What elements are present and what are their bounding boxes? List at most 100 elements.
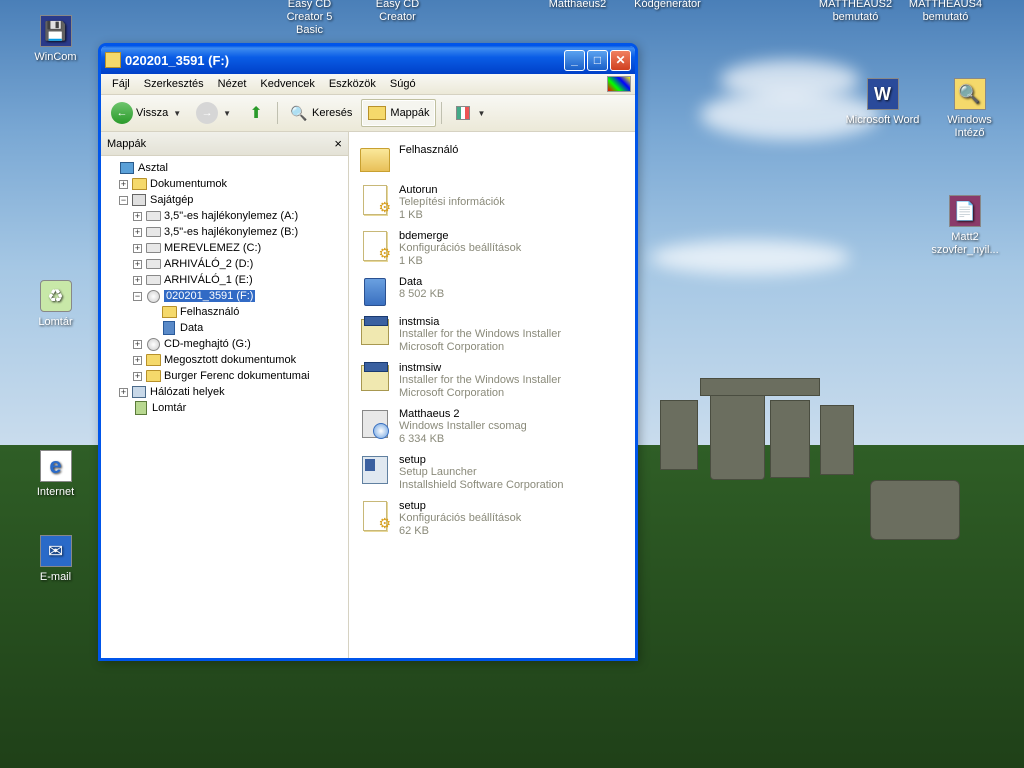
setup-exe-icon [362, 456, 388, 484]
cabinet-icon [163, 321, 175, 335]
file-item[interactable]: AutorunTelepítési információk1 KB [353, 180, 631, 226]
tree-arch1-e[interactable]: +ARHIVÁLÓ_1 (E:) [103, 272, 346, 288]
file-item[interactable]: bdemergeKonfigurációs beállítások1 KB [353, 226, 631, 272]
folder-icon [146, 354, 161, 366]
desktop-icon-msword[interactable]: W Microsoft Word [845, 78, 920, 127]
cd-icon [147, 290, 160, 303]
file-item[interactable]: Matthaeus 2Windows Installer csomag6 334… [353, 404, 631, 450]
file-item[interactable]: instmsiaInstaller for the Windows Instal… [353, 312, 631, 358]
desktop-icon-kodgen[interactable]: Kódgenerátor [630, 0, 705, 11]
expand-icon[interactable]: + [119, 180, 128, 189]
tree-recycle[interactable]: Lomtár [103, 400, 346, 416]
forward-arrow-icon: → [196, 102, 218, 124]
tree-arch2-d[interactable]: +ARHIVÁLÓ_2 (D:) [103, 256, 346, 272]
menu-favorites[interactable]: Kedvencek [253, 76, 321, 92]
tree-desktop[interactable]: Asztal [103, 160, 346, 176]
expand-icon[interactable]: + [133, 244, 142, 253]
network-icon [132, 386, 146, 398]
desktop-icon-matth2bem[interactable]: MATTHEAUS2 bemutató [818, 0, 893, 24]
collapse-icon[interactable]: − [133, 292, 142, 301]
file-item[interactable]: Felhasználó [353, 140, 631, 180]
desktop-icon-lomtar[interactable]: ♻ Lomtár [18, 280, 93, 329]
tree-header: Mappák × [101, 132, 348, 156]
file-item[interactable]: setupKonfigurációs beállítások62 KB [353, 496, 631, 542]
folder-icon [146, 370, 161, 382]
ie-icon: e [40, 450, 72, 482]
folder-tree[interactable]: Asztal +Dokumentumok −Sajátgép +3,5"-es … [101, 156, 348, 658]
installer-icon [361, 319, 389, 345]
collapse-icon[interactable]: − [119, 196, 128, 205]
menu-tools[interactable]: Eszközök [322, 76, 383, 92]
expand-icon[interactable]: + [133, 260, 142, 269]
file-item[interactable]: Data8 502 KB [353, 272, 631, 312]
expand-icon[interactable]: + [133, 212, 142, 221]
toolbar: ← Vissza ▼ → ▼ ⬆ 🔍 Keresés Mappák ▼ [101, 95, 635, 132]
views-icon [453, 103, 473, 123]
maximize-button[interactable]: □ [587, 50, 608, 71]
folders-button[interactable]: Mappák [361, 99, 435, 127]
desktop-icon-matthaeus2[interactable]: Matthaeus2 [540, 0, 615, 11]
minimize-button[interactable]: _ [564, 50, 585, 71]
tree-hdd-c[interactable]: +MEREVLEMEZ (C:) [103, 240, 346, 256]
tree-felhasznalo[interactable]: Felhasználó [103, 304, 346, 320]
back-button[interactable]: ← Vissza ▼ [105, 98, 187, 128]
cd-icon [147, 338, 160, 351]
close-button[interactable]: ✕ [610, 50, 631, 71]
forward-button[interactable]: → ▼ [190, 98, 237, 128]
desktop-icon-matt2szov[interactable]: 📄 Matt2 szovfer_nyil... [920, 195, 1010, 257]
recycle-bin-icon: ♻ [40, 280, 72, 312]
file-list-pane[interactable]: Felhasználó AutorunTelepítési információ… [349, 132, 635, 658]
desktop-icon-matth4bem[interactable]: MATTHEAUS4 bemutató [908, 0, 983, 24]
config-file-icon [363, 501, 387, 531]
folder-icon [132, 178, 147, 190]
config-file-icon [363, 231, 387, 261]
expand-icon[interactable]: + [119, 388, 128, 397]
expand-icon[interactable]: + [133, 372, 142, 381]
desktop-icon-wincom[interactable]: 💾 WinCom [18, 15, 93, 64]
views-button[interactable]: ▼ [447, 99, 492, 127]
file-item[interactable]: instmsiwInstaller for the Windows Instal… [353, 358, 631, 404]
desktop-icon [120, 162, 134, 174]
tree-cd-g[interactable]: +CD-meghajtó (G:) [103, 336, 346, 352]
chevron-down-icon: ▼ [478, 109, 486, 118]
search-button[interactable]: 🔍 Keresés [283, 99, 358, 127]
tree-mycomputer[interactable]: −Sajátgép [103, 192, 346, 208]
chevron-down-icon: ▼ [173, 109, 181, 118]
folder-icon [360, 148, 390, 172]
file-item[interactable]: setupSetup LauncherInstallshield Softwar… [353, 450, 631, 496]
desktop-icon-winintezo[interactable]: 🔍 Windows Intéző [932, 78, 1007, 140]
tree-floppy-a[interactable]: +3,5"-es hajlékonylemez (A:) [103, 208, 346, 224]
folder-tree-pane: Mappák × Asztal +Dokumentumok −Sajátgép … [101, 132, 349, 658]
expand-icon[interactable]: + [133, 340, 142, 349]
drive-icon [146, 243, 161, 253]
menu-help[interactable]: Súgó [383, 76, 423, 92]
expand-icon[interactable]: + [133, 276, 142, 285]
explorer-window: 020201_3591 (F:) _ □ ✕ Fájl Szerkesztés … [98, 43, 638, 661]
tree-documents[interactable]: +Dokumentumok [103, 176, 346, 192]
menubar: Fájl Szerkesztés Nézet Kedvencek Eszközö… [101, 74, 635, 95]
floppy-icon: 💾 [40, 15, 72, 47]
menu-edit[interactable]: Szerkesztés [137, 76, 211, 92]
tree-data[interactable]: Data [103, 320, 346, 336]
desktop-icon-easycd[interactable]: Easy CD Creator [360, 0, 435, 24]
tree-network[interactable]: +Hálózati helyek [103, 384, 346, 400]
tree-drive-f[interactable]: −020201_3591 (F:) [103, 288, 346, 304]
menu-file[interactable]: Fájl [105, 76, 137, 92]
titlebar[interactable]: 020201_3591 (F:) _ □ ✕ [101, 46, 635, 74]
doc-icon: 📄 [949, 195, 981, 227]
desktop-icon-email[interactable]: ✉ E-mail [18, 535, 93, 584]
menu-view[interactable]: Nézet [211, 76, 254, 92]
desktop-icon-easycd5[interactable]: Easy CD Creator 5 Basic [272, 0, 347, 37]
up-button[interactable]: ⬆ [240, 99, 272, 127]
config-file-icon [363, 185, 387, 215]
folder-icon [105, 52, 121, 68]
tree-burger[interactable]: +Burger Ferenc dokumentumai [103, 368, 346, 384]
tree-shared[interactable]: +Megosztott dokumentumok [103, 352, 346, 368]
tree-floppy-b[interactable]: +3,5"-es hajlékonylemez (B:) [103, 224, 346, 240]
expand-icon[interactable]: + [133, 356, 142, 365]
expand-icon[interactable]: + [133, 228, 142, 237]
close-tree-button[interactable]: × [334, 136, 342, 151]
drive-icon [146, 275, 161, 285]
desktop-icon-internet[interactable]: e Internet [18, 450, 93, 499]
floppy-icon [146, 227, 161, 237]
